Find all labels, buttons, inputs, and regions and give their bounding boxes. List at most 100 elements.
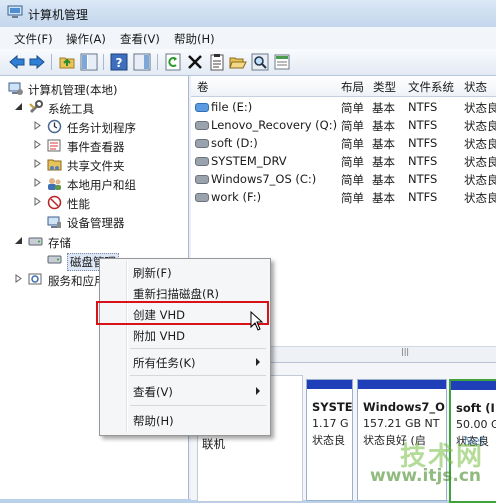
menu-item-help[interactable]: 帮助(H): [102, 410, 268, 430]
column-header-type[interactable]: 类型: [367, 76, 403, 97]
expand-triangle-icon[interactable]: [33, 197, 42, 206]
submenu-arrow-icon: [256, 387, 260, 395]
forward-arrow-icon[interactable]: [28, 53, 46, 71]
volume-drive-icon: [195, 121, 209, 130]
computer-management-icon: [7, 5, 23, 18]
table-row[interactable]: work (F:) 简单 基本 NTFS 状态良: [191, 188, 496, 205]
menu-help[interactable]: 帮助(H): [174, 31, 215, 47]
collapse-triangle-icon[interactable]: [14, 236, 23, 245]
tree-label-device-manager: 设备管理器: [67, 216, 125, 230]
table-row[interactable]: soft (D:) 简单 基本 NTFS 状态良: [191, 134, 496, 151]
table-row[interactable]: Lenovo_Recovery (Q:) 简单 基本 NTFS 状态良: [191, 116, 496, 133]
show-hide-action-pane-icon[interactable]: [133, 53, 151, 71]
column-header-status[interactable]: 状态: [458, 76, 496, 97]
menu-separator: [130, 348, 266, 349]
expand-triangle-icon[interactable]: [33, 178, 42, 187]
column-header-file-system[interactable]: 文件系统: [402, 76, 459, 97]
column-header-volume[interactable]: 卷: [191, 76, 336, 97]
menu-item-rescan-disks[interactable]: 重新扫描磁盘(R): [102, 283, 268, 303]
partition-system[interactable]: SYSTE 1.17 G 状态良: [306, 379, 353, 501]
menu-item-refresh[interactable]: 刷新(F): [102, 262, 268, 282]
tree-label-system-tools: 系统工具: [48, 102, 94, 116]
tree-node-storage[interactable]: 存储: [14, 233, 184, 251]
system-tools-icon: [29, 100, 43, 114]
tree-label-event-viewer: 事件查看器: [67, 140, 125, 154]
table-row[interactable]: SYSTEM_DRV 简单 基本 NTFS 状态良: [191, 152, 496, 169]
collapse-triangle-icon[interactable]: [14, 102, 23, 111]
show-hide-tree-icon[interactable]: [80, 53, 98, 71]
column-header-layout[interactable]: 布局: [335, 76, 368, 97]
tree-node-computer-management[interactable]: 计算机管理(本地): [8, 80, 183, 98]
menu-item-all-tasks[interactable]: 所有任务(K): [102, 352, 268, 372]
tree-label-performance: 性能: [67, 197, 90, 211]
toolbar-separator: [51, 54, 52, 70]
tree-node-performance[interactable]: 性能: [33, 194, 183, 212]
partition-bar: [307, 380, 352, 389]
svg-text:?: ?: [116, 56, 123, 70]
toolbar: ?: [0, 49, 496, 76]
help-icon[interactable]: ?: [110, 53, 128, 71]
open-folder-icon[interactable]: [229, 53, 247, 71]
tree-node-local-users-groups[interactable]: 本地用户和组: [33, 175, 183, 193]
expand-triangle-icon[interactable]: [33, 121, 42, 130]
disk-management-icon: [47, 255, 62, 264]
back-arrow-icon[interactable]: [8, 53, 26, 71]
tree-label-root: 计算机管理(本地): [28, 83, 118, 97]
users-icon: [48, 178, 61, 190]
menu-item-view[interactable]: 查看(V): [102, 381, 268, 401]
computer-management-window: 计算机管理 文件(F) 操作(A) 查看(V) 帮助(H) ? 计算机管理(本地…: [0, 0, 496, 503]
volume-drive-icon: [195, 103, 209, 112]
toolbar-separator: [103, 54, 104, 70]
services-icon: [28, 273, 42, 285]
disk-status-label: 联机: [202, 437, 225, 451]
tree-node-shared-folders[interactable]: 共享文件夹: [33, 156, 183, 174]
refresh-icon[interactable]: [164, 53, 182, 71]
partition-windows7-os[interactable]: Windows7_O 157.21 GB NT 状态良好 (启: [357, 379, 447, 501]
menu-item-attach-vhd[interactable]: 附加 VHD: [102, 325, 268, 345]
table-row[interactable]: file (E:) 简单 基本 NTFS 状态良: [191, 98, 496, 115]
tree-label-local-users: 本地用户和组: [67, 178, 136, 192]
tree-label-storage: 存储: [48, 236, 71, 250]
scrollbar-grip[interactable]: |||: [401, 347, 415, 356]
properties-icon[interactable]: [208, 53, 226, 71]
menu-separator: [130, 405, 266, 406]
expand-triangle-icon[interactable]: [14, 274, 23, 283]
tree-node-device-manager[interactable]: 设备管理器: [33, 213, 183, 231]
event-viewer-icon: [47, 139, 61, 152]
tree-label-shared-folders: 共享文件夹: [67, 159, 125, 173]
tree-label-task-scheduler: 任务计划程序: [67, 121, 136, 135]
volume-drive-icon: [195, 175, 209, 184]
menu-file[interactable]: 文件(F): [14, 31, 53, 47]
partition-bar: [358, 380, 446, 389]
up-folder-icon[interactable]: [58, 53, 76, 71]
expand-triangle-icon[interactable]: [33, 140, 42, 149]
window-title: 计算机管理: [28, 8, 89, 22]
shared-folder-icon: [47, 159, 62, 171]
expand-triangle-icon[interactable]: [33, 159, 42, 168]
menu-action[interactable]: 操作(A): [66, 31, 106, 47]
context-menu: 刷新(F) 重新扫描磁盘(R) 创建 VHD 附加 VHD 所有任务(K) 查看…: [99, 258, 271, 436]
storage-icon: [28, 237, 43, 246]
submenu-arrow-icon: [256, 358, 260, 366]
title-bar: 计算机管理: [0, 0, 496, 28]
volume-drive-icon: [195, 193, 209, 202]
table-row[interactable]: Windows7_OS (C:) 简单 基本 NTFS 状态良: [191, 170, 496, 187]
tree-node-system-tools[interactable]: 系统工具: [14, 99, 184, 117]
device-manager-icon: [47, 216, 61, 228]
partition-bar: [451, 381, 496, 390]
performance-icon: [47, 195, 62, 210]
clock-icon: [47, 119, 62, 134]
export-list-icon[interactable]: [273, 53, 291, 71]
tree-node-task-scheduler[interactable]: 任务计划程序: [33, 118, 183, 136]
mouse-cursor-icon: [250, 311, 264, 331]
toolbar-separator: [157, 54, 158, 70]
search-icon[interactable]: [251, 53, 269, 71]
tree-node-event-viewer[interactable]: 事件查看器: [33, 137, 183, 155]
menu-separator: [130, 375, 266, 376]
menu-view[interactable]: 查看(V): [120, 31, 160, 47]
menu-bar: 文件(F) 操作(A) 查看(V) 帮助(H): [0, 27, 496, 50]
partition-soft[interactable]: soft (I 50.00 G 状态良: [449, 379, 496, 503]
delete-icon[interactable]: [186, 53, 204, 71]
highlight-box-create-vhd: [96, 301, 269, 325]
volume-drive-icon: [195, 139, 209, 148]
